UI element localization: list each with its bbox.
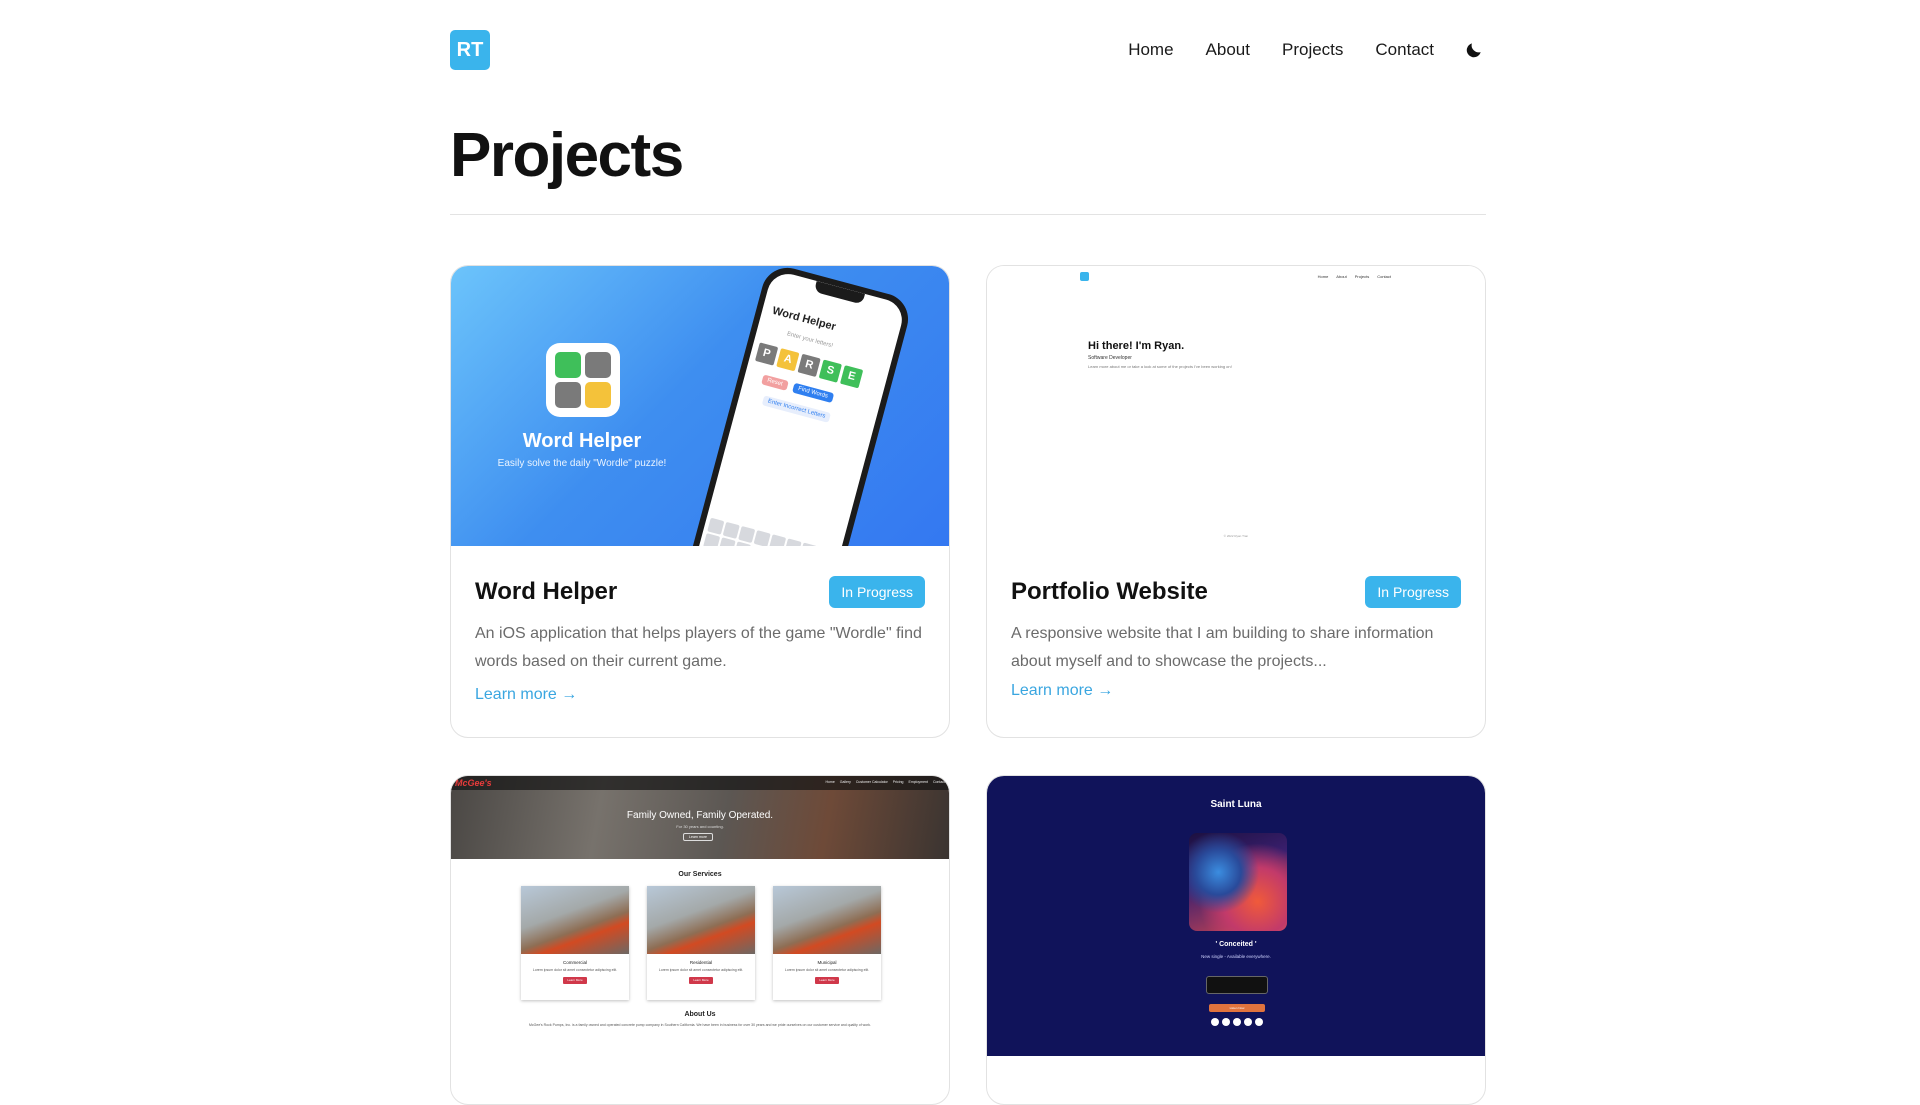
preview-nav: Home About Projects Contact: [1317, 274, 1391, 279]
status-badge: In Progress: [1365, 576, 1461, 608]
preview-tagline: Family Owned, Family Operated.: [626, 810, 774, 821]
preview-services-heading: Our Services: [678, 871, 722, 878]
word-helper-app-icon: [546, 343, 620, 417]
title-divider: [450, 214, 1486, 215]
site-logo[interactable]: RT: [450, 30, 490, 70]
learn-more-link[interactable]: Learn more →: [475, 686, 577, 704]
preview-tagline: Easily solve the daily "Wordle" puzzle!: [497, 458, 667, 469]
preview-footer: © 2022 Ryan Tran: [1223, 534, 1249, 538]
preview-hero-button: Learn more: [683, 833, 713, 841]
saint-luna-preview: Saint Luna ' Conceited ' New single - Av…: [987, 776, 1485, 1056]
nav-contact[interactable]: Contact: [1375, 40, 1434, 60]
project-card-word-helper[interactable]: Word Helper Easily solve the daily "Word…: [450, 265, 950, 738]
project-card-saint-luna[interactable]: Saint Luna ' Conceited ' New single - Av…: [986, 775, 1486, 1105]
preview-player: [1206, 976, 1268, 994]
preview-hero: McGee's Home Gallery Customer Calculator P…: [451, 776, 949, 859]
status-badge: In Progress: [829, 576, 925, 608]
preview-about-text: McGee's Rock Pumps, Inc. is a family own…: [528, 1023, 872, 1027]
preview-service-card: Residential Lorem ipsum dolor sit amet c…: [647, 886, 755, 1000]
project-card-concrete-site[interactable]: McGee's Home Gallery Customer Calculator P…: [450, 775, 950, 1105]
phone-keyboard: [699, 517, 833, 546]
preview-listen-button: Listen Now: [1209, 1004, 1265, 1012]
concrete-site-preview: McGee's Home Gallery Customer Calculator P…: [451, 776, 949, 1056]
preview-subtitle: New single - Available everywhere.: [1201, 954, 1271, 959]
card-description: An iOS application that helps players of…: [475, 625, 922, 670]
preview-song: ' Conceited ': [1215, 941, 1257, 948]
nav-about[interactable]: About: [1206, 40, 1250, 60]
preview-app-name: Word Helper: [522, 430, 642, 452]
preview-about-heading: About Us: [684, 1011, 716, 1018]
phone-find: Find Words: [792, 382, 834, 403]
portfolio-preview: Home About Projects Contact Hi there! I'm …: [987, 266, 1485, 546]
page-title: Projects: [450, 121, 684, 190]
preview-greeting: Hi there! I'm Ryan.: [1088, 340, 1185, 352]
preview-logo: [1080, 272, 1089, 281]
phone-reset: Reset: [761, 374, 789, 391]
preview-brand: McGee's: [455, 778, 492, 788]
phone-hint: Enter your letters!: [786, 331, 834, 350]
preview-artist: Saint Luna: [1210, 799, 1262, 810]
moon-icon[interactable]: [1462, 38, 1486, 62]
album-art: [1189, 833, 1287, 931]
preview-service-card: Commercial Lorem ipsum dolor sit amet co…: [521, 886, 629, 1000]
preview-social-icons: [1211, 1018, 1263, 1026]
nav-home[interactable]: Home: [1128, 40, 1173, 60]
preview-subtag: For 30 years and counting.: [676, 824, 724, 829]
main-nav: Home About Projects Contact: [1128, 30, 1486, 70]
preview-service-card: Municipal Lorem ipsum dolor sit amet con…: [773, 886, 881, 1000]
site-header: RT Home About Projects Contact: [450, 30, 1486, 70]
preview-role: Software Developer: [1088, 355, 1132, 361]
learn-more-link[interactable]: Learn more →: [1011, 682, 1113, 700]
project-card-portfolio[interactable]: Home About Projects Contact Hi there! I'm …: [986, 265, 1486, 738]
nav-projects[interactable]: Projects: [1282, 40, 1343, 60]
preview-text: Learn more about me or take a look at so…: [1088, 364, 1232, 369]
card-description: A responsive website that I am building …: [1011, 625, 1434, 670]
phone-title: Word Helper: [770, 304, 838, 334]
word-helper-preview: Word Helper Easily solve the daily "Word…: [451, 266, 949, 546]
preview-nav: Home Gallery Customer Calculator Pricing E…: [825, 780, 945, 784]
